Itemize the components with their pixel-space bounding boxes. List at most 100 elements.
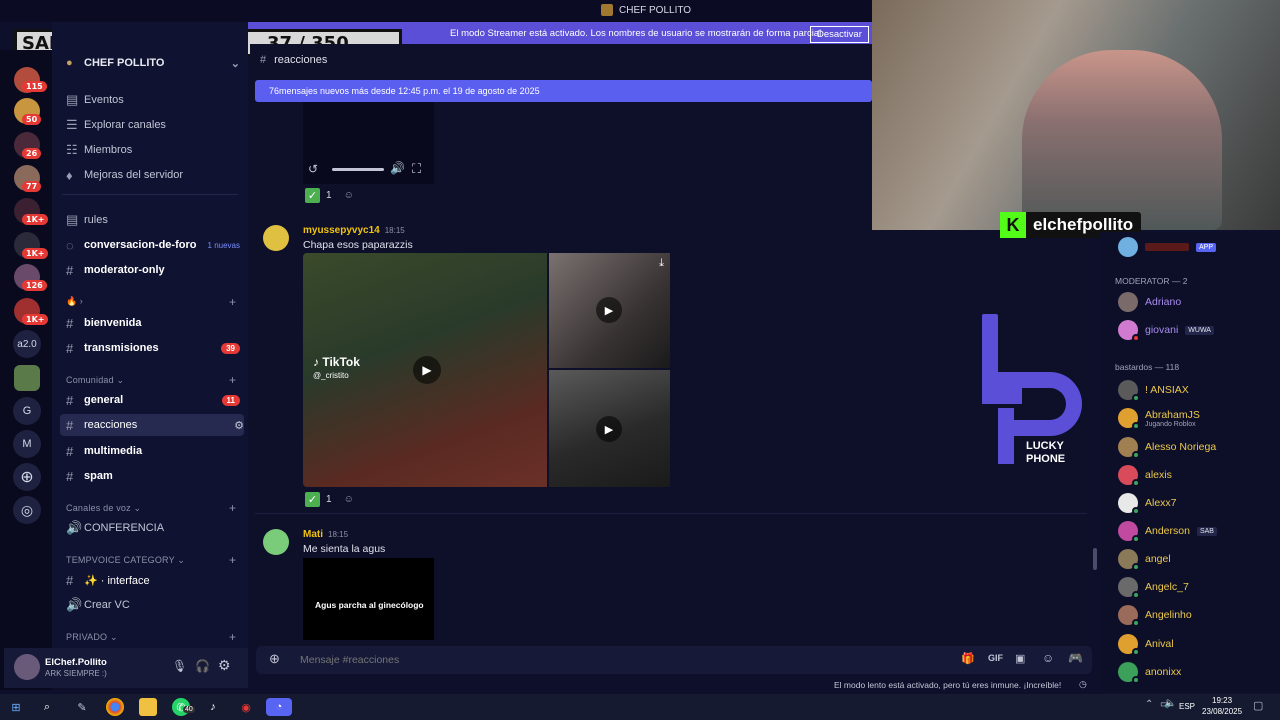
add-channel-icon[interactable]: +	[229, 553, 236, 567]
avatar[interactable]	[263, 529, 289, 555]
menu-miembros[interactable]: ☷ Miembros	[66, 139, 240, 161]
server-m[interactable]: M	[13, 430, 41, 458]
message-input[interactable]	[300, 650, 900, 670]
member-row[interactable]: Alexx7	[1118, 493, 1177, 515]
new-messages-bar[interactable]: 76mensajes nuevos más desde 12:45 p.m. e…	[255, 80, 872, 102]
member-row[interactable]: angel	[1118, 549, 1171, 571]
message-input-bar: ⊕ 🎁 GIF ▣ ☺ 🎮	[256, 646, 1092, 674]
server-icon-9[interactable]	[14, 365, 40, 391]
game-icon[interactable]: 🎮	[1068, 651, 1083, 665]
chrome-icon[interactable]	[106, 698, 124, 716]
replay-icon[interactable]: ↺	[308, 162, 318, 176]
member-row-top[interactable]: APP	[1118, 237, 1217, 257]
avatar[interactable]	[14, 654, 40, 680]
menu-mejoras[interactable]: ♦ Mejoras del servidor	[66, 164, 240, 186]
tiktok-icon[interactable]: ♪	[204, 698, 222, 716]
fullscreen-icon[interactable]: ⛶	[412, 161, 421, 177]
add-channel-icon[interactable]: +	[229, 501, 236, 515]
avatar[interactable]	[263, 225, 289, 251]
menu-explorar[interactable]: ☰ Explorar canales	[66, 114, 240, 136]
category-tempvoice[interactable]: TEMPVOICE CATEGORY ⌄	[66, 555, 185, 566]
voice-conferencia[interactable]: 🔊 CONFERENCIA	[66, 517, 240, 539]
play-icon[interactable]: ▶	[596, 297, 622, 323]
clock-time[interactable]: 19:23	[1212, 696, 1232, 705]
play-icon[interactable]: ▶	[596, 416, 622, 442]
media-main-tile[interactable]: ♪ TikTok @_cristito ▶	[303, 253, 547, 487]
chevron-up-icon[interactable]: ⌃	[1145, 699, 1153, 710]
category-emoji[interactable]: 🔥 ›	[66, 290, 240, 312]
gif-icon[interactable]: GIF	[988, 653, 1003, 663]
member-giovani[interactable]: giovani WUWA	[1118, 320, 1214, 342]
member-row[interactable]: Angelc_7	[1118, 577, 1189, 599]
channel-moderator[interactable]: # moderator-only	[66, 259, 240, 281]
download-icon[interactable]: ⤓	[659, 257, 664, 270]
media-embed-2[interactable]: Agus parcha al ginecólogo	[303, 558, 434, 640]
member-row[interactable]: AbrahamJS Jugando Roblox	[1118, 408, 1200, 430]
explore-servers-icon[interactable]: ◎	[13, 496, 41, 524]
gear-icon[interactable]: ⚙	[234, 419, 244, 432]
emoji-icon[interactable]: ☺	[1042, 651, 1054, 665]
channel-bienvenida[interactable]: # bienvenida	[66, 312, 240, 334]
search-icon[interactable]: ⌕	[38, 698, 56, 716]
avatar	[1118, 577, 1140, 599]
member-row[interactable]: Alesso Noriega	[1118, 437, 1216, 459]
folder-icon[interactable]	[139, 698, 157, 716]
member-scrollbar[interactable]	[1093, 548, 1097, 570]
checkmark-icon[interactable]: ✓	[305, 188, 320, 203]
channel-multimedia[interactable]: # multimedia	[66, 440, 240, 462]
play-icon[interactable]: ▶	[413, 356, 441, 384]
channel-transmisiones[interactable]: # transmisiones 39	[66, 337, 240, 359]
add-channel-icon[interactable]: +	[229, 295, 236, 309]
member-row[interactable]: alexis	[1118, 465, 1172, 487]
channel-reacciones[interactable]: # reacciones ⚙	[60, 414, 244, 436]
member-row[interactable]: Anival	[1118, 634, 1174, 656]
media-tile-3[interactable]: ▶	[549, 370, 670, 487]
category-privado[interactable]: PRIVADO ⌄	[66, 632, 118, 643]
volume-icon[interactable]: 🔊	[390, 161, 405, 175]
gift-icon[interactable]: 🎁	[961, 652, 975, 665]
add-reaction-icon[interactable]: ☺	[344, 494, 354, 505]
volume-icon[interactable]: 🔈	[1164, 698, 1176, 709]
attach-plus-icon[interactable]: ⊕	[269, 651, 280, 667]
server-header[interactable]: ● CHEF POLLITO ⌄	[66, 52, 240, 74]
channel-name: rules	[84, 214, 108, 226]
channel-interface[interactable]: # ✨ · interface	[66, 569, 240, 591]
microphone-icon[interactable]: 🎙	[172, 659, 187, 673]
member-row[interactable]: ! ANSIAX	[1118, 380, 1189, 402]
menu-eventos[interactable]: ▤ Eventos	[66, 89, 240, 111]
clock-date[interactable]: 23/08/2025	[1202, 707, 1242, 716]
media-tile-2[interactable]: ⤓ ▶	[549, 253, 670, 368]
volume-slider[interactable]	[332, 168, 384, 171]
message-author[interactable]: Mati	[303, 529, 323, 540]
category-comunidad[interactable]: Comunidad ⌄	[66, 375, 124, 386]
add-channel-icon[interactable]: +	[229, 373, 236, 387]
checkmark-icon[interactable]: ✓	[305, 492, 320, 507]
server-g[interactable]: G	[13, 397, 41, 425]
add-channel-icon[interactable]: +	[229, 630, 236, 644]
member-row[interactable]: Anderson SAB	[1118, 521, 1217, 543]
language-indicator[interactable]: ESP	[1179, 702, 1195, 711]
create-vc[interactable]: 🔊 Crear VC	[66, 594, 240, 616]
add-reaction-icon[interactable]: ☺	[344, 190, 354, 201]
category-voz[interactable]: Canales de voz ⌄	[66, 503, 141, 514]
settings-gear-icon[interactable]: ⚙	[218, 657, 231, 674]
channel-spam[interactable]: # spam	[66, 465, 240, 487]
add-server-icon[interactable]: ⊕	[13, 463, 41, 491]
channel-foro[interactable]: ◌ conversacion-de-foro 1 nuevas	[66, 234, 240, 256]
member-row[interactable]: anonixx	[1118, 662, 1181, 684]
notification-icon[interactable]: ▢	[1253, 699, 1263, 712]
message-author[interactable]: myussepyvyc14	[303, 225, 380, 236]
channel-rules[interactable]: ▤ rules	[66, 209, 240, 231]
server-badge-1: 115	[22, 81, 47, 92]
server-a20[interactable]: a2.0	[13, 330, 41, 358]
headphones-icon[interactable]: 🎧	[195, 659, 210, 673]
member-row[interactable]: Angelinho	[1118, 605, 1192, 627]
channel-general[interactable]: # general 11	[66, 389, 240, 411]
app-icon-2[interactable]: ◉	[237, 698, 255, 716]
desactivar-button[interactable]: Desactivar	[810, 26, 869, 43]
discord-icon[interactable]: ◔	[266, 698, 292, 716]
windows-start-icon[interactable]: ⊞	[7, 698, 25, 716]
app-icon-1[interactable]: ✎	[73, 698, 91, 716]
sticker-icon[interactable]: ▣	[1015, 652, 1025, 665]
member-adriano[interactable]: Adriano	[1118, 292, 1181, 312]
